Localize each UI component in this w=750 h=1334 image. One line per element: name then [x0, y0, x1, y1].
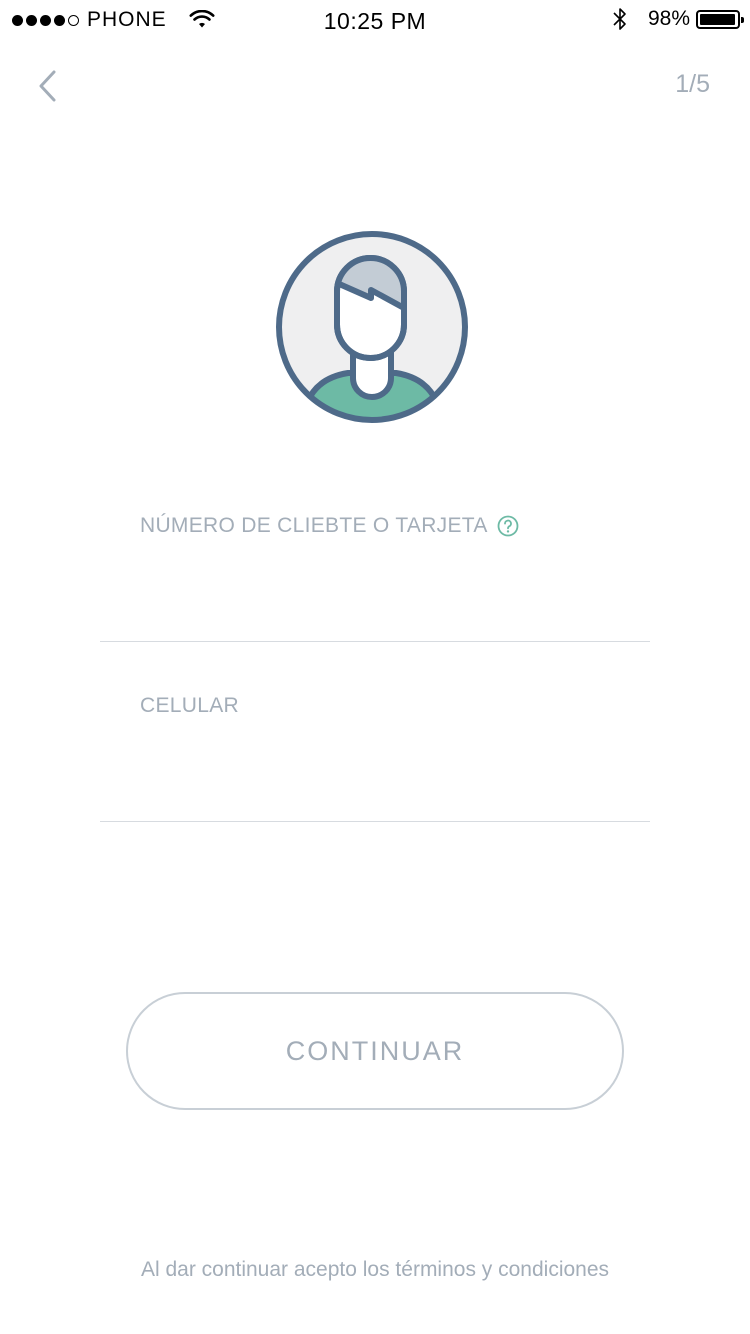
- battery-tip: [741, 16, 744, 23]
- screen: PHONE 10:25 PM 98% 1/5 NÚMERO DE CLIEBTE…: [0, 0, 750, 1334]
- continue-button[interactable]: CONTINUAR: [126, 992, 624, 1110]
- battery-fill: [700, 13, 736, 25]
- phone-label: CELULAR: [140, 694, 239, 718]
- terms-text[interactable]: Al dar continuar acepto los términos y c…: [0, 1258, 750, 1282]
- back-button[interactable]: [30, 66, 66, 106]
- bluetooth-icon: [613, 8, 626, 30]
- status-bar: PHONE 10:25 PM 98%: [0, 0, 750, 40]
- phone-field[interactable]: CELULAR: [100, 650, 650, 822]
- client-number-label: NÚMERO DE CLIEBTE O TARJETA: [140, 514, 519, 538]
- chevron-left-icon: [39, 70, 56, 102]
- client-number-label-text: NÚMERO DE CLIEBTE O TARJETA: [140, 514, 488, 537]
- client-number-field[interactable]: NÚMERO DE CLIEBTE O TARJETA: [100, 470, 650, 642]
- battery-percent: 98%: [647, 7, 690, 30]
- battery-icon: [696, 9, 744, 29]
- step-indicator: 1/5: [675, 70, 710, 98]
- phone-input[interactable]: [140, 763, 630, 803]
- question-circle-icon[interactable]: [497, 515, 519, 537]
- status-right: 98%: [612, 6, 744, 32]
- client-number-input[interactable]: [140, 583, 630, 623]
- phone-label-text: CELULAR: [140, 694, 239, 717]
- user-avatar-icon: [276, 231, 468, 423]
